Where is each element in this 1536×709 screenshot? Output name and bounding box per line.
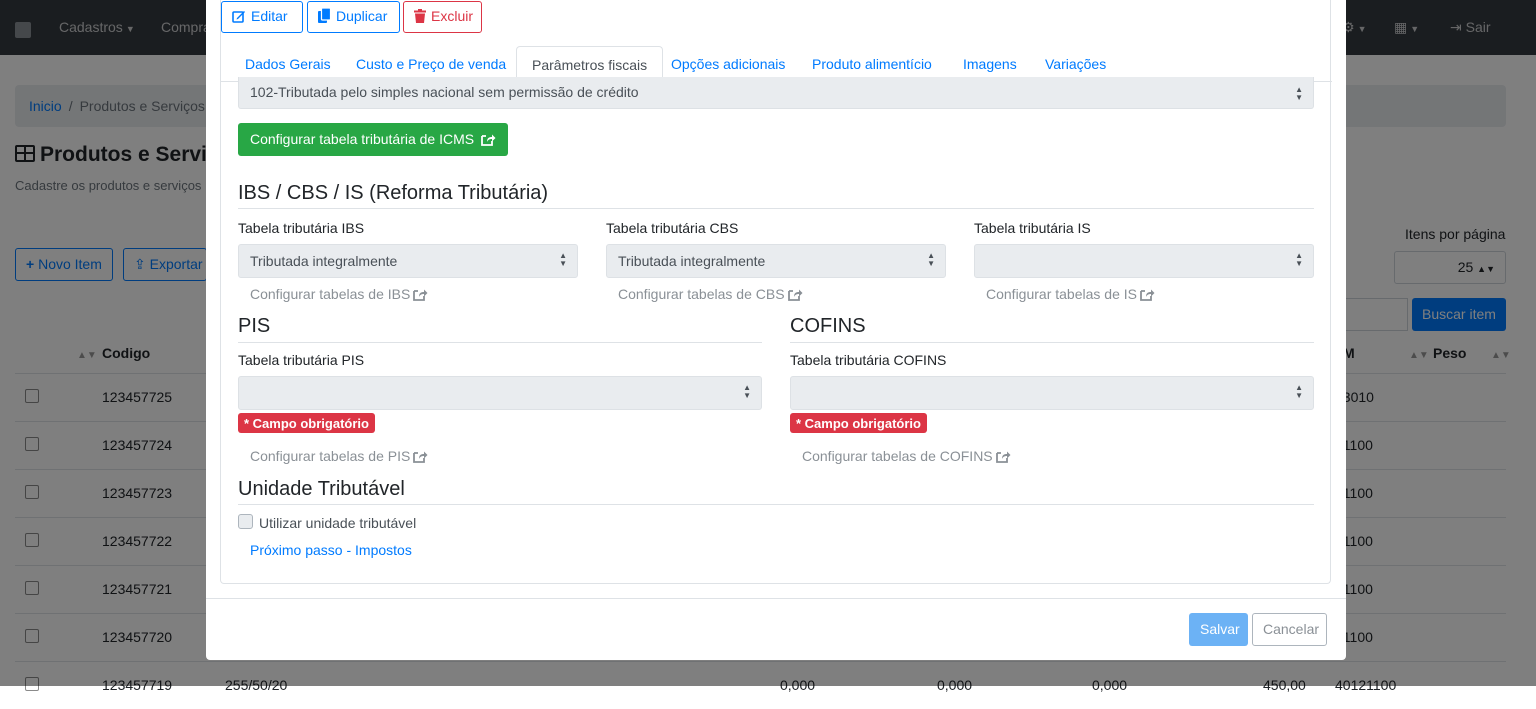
duplicate-button[interactable]: Duplicar xyxy=(307,1,400,33)
modal-content-card: Editar Duplicar Excluir Dados Gerais Cus… xyxy=(220,0,1332,584)
section-title-pis: PIS xyxy=(238,315,271,337)
divider xyxy=(238,208,1314,209)
external-link-icon xyxy=(1140,289,1155,301)
cofins-label: Tabela tributária COFINS xyxy=(790,352,947,368)
select-arrows-icon: ▲ ▼ xyxy=(1295,251,1303,268)
pis-label: Tabela tributária PIS xyxy=(238,352,365,368)
select-arrows-icon: ▲ ▼ xyxy=(1295,383,1303,400)
external-link-icon xyxy=(413,289,428,301)
ibs-select-value: Tributada integralmente xyxy=(250,253,398,269)
icms-select-value: 102-Tributada pelo simples nacional sem … xyxy=(250,84,639,100)
external-link-icon xyxy=(413,451,428,463)
edit-icon xyxy=(232,11,245,23)
save-button[interactable]: Salvar xyxy=(1189,613,1248,646)
cbs-label: Tabela tributária CBS xyxy=(606,220,739,236)
unidade-tributavel-checkbox[interactable] xyxy=(238,514,253,529)
cbs-config-label: Configurar tabelas de CBS xyxy=(618,286,785,302)
select-arrows-icon: ▲ ▼ xyxy=(743,383,751,400)
pis-select[interactable]: ▲ ▼ xyxy=(238,376,762,410)
cofins-select[interactable]: ▲ ▼ xyxy=(790,376,1314,410)
icms-config-label: Configurar tabela tributária de ICMS xyxy=(250,131,475,147)
is-config-link[interactable]: Configurar tabelas de IS xyxy=(986,286,1155,302)
external-link-icon xyxy=(481,134,496,146)
cofins-required-badge: * Campo obrigatório xyxy=(790,413,927,433)
delete-label: Excluir xyxy=(431,8,474,24)
section-title-unidade: Unidade Tributável xyxy=(238,478,405,500)
product-modal: Editar Duplicar Excluir Dados Gerais Cus… xyxy=(206,0,1346,660)
ibs-label: Tabela tributária IBS xyxy=(238,220,365,236)
is-label: Tabela tributária IS xyxy=(974,220,1091,236)
duplicate-label: Duplicar xyxy=(336,8,388,24)
section-title-reforma: IBS / CBS / IS (Reforma Tributária) xyxy=(238,182,549,204)
next-step-link[interactable]: Próximo passo - Impostos xyxy=(250,542,412,558)
section-title-cofins: COFINS xyxy=(790,315,866,337)
pis-config-label: Configurar tabelas de PIS xyxy=(250,448,411,464)
ibs-config-label: Configurar tabelas de IBS xyxy=(250,286,411,302)
is-config-label: Configurar tabelas de IS xyxy=(986,286,1137,302)
cbs-select[interactable]: Tributada integralmente ▲ ▼ xyxy=(606,244,946,278)
select-arrows-icon: ▲ ▼ xyxy=(559,251,567,268)
ibs-config-link[interactable]: Configurar tabelas de IBS xyxy=(250,286,428,302)
edit-label: Editar xyxy=(251,8,288,24)
pis-required-badge: * Campo obrigatório xyxy=(238,413,375,433)
cbs-select-value: Tributada integralmente xyxy=(618,253,766,269)
cofins-config-label: Configurar tabelas de COFINS xyxy=(802,448,993,464)
trash-icon xyxy=(414,9,426,23)
select-arrows-icon: ▲ ▼ xyxy=(1295,85,1303,102)
copy-icon xyxy=(318,8,331,23)
delete-button[interactable]: Excluir xyxy=(403,1,482,33)
divider xyxy=(790,342,1314,343)
external-link-icon xyxy=(995,451,1011,463)
is-select[interactable]: ▲ ▼ xyxy=(974,244,1314,278)
icms-select[interactable]: 102-Tributada pelo simples nacional sem … xyxy=(238,77,1314,109)
ibs-select[interactable]: Tributada integralmente ▲ ▼ xyxy=(238,244,578,278)
icms-config-button[interactable]: Configurar tabela tributária de ICMS xyxy=(238,123,508,156)
select-arrows-icon: ▲ ▼ xyxy=(927,251,935,268)
footer-divider xyxy=(206,598,1346,599)
divider xyxy=(238,504,1314,505)
cofins-config-link[interactable]: Configurar tabelas de COFINS xyxy=(802,448,1011,464)
external-link-icon xyxy=(787,289,803,301)
edit-button[interactable]: Editar xyxy=(221,1,303,33)
unidade-tributavel-label[interactable]: Utilizar unidade tributável xyxy=(259,515,416,531)
divider xyxy=(238,342,762,343)
pis-config-link[interactable]: Configurar tabelas de PIS xyxy=(250,448,428,464)
cbs-config-link[interactable]: Configurar tabelas de CBS xyxy=(618,286,803,302)
cancel-button[interactable]: Cancelar xyxy=(1252,613,1327,646)
